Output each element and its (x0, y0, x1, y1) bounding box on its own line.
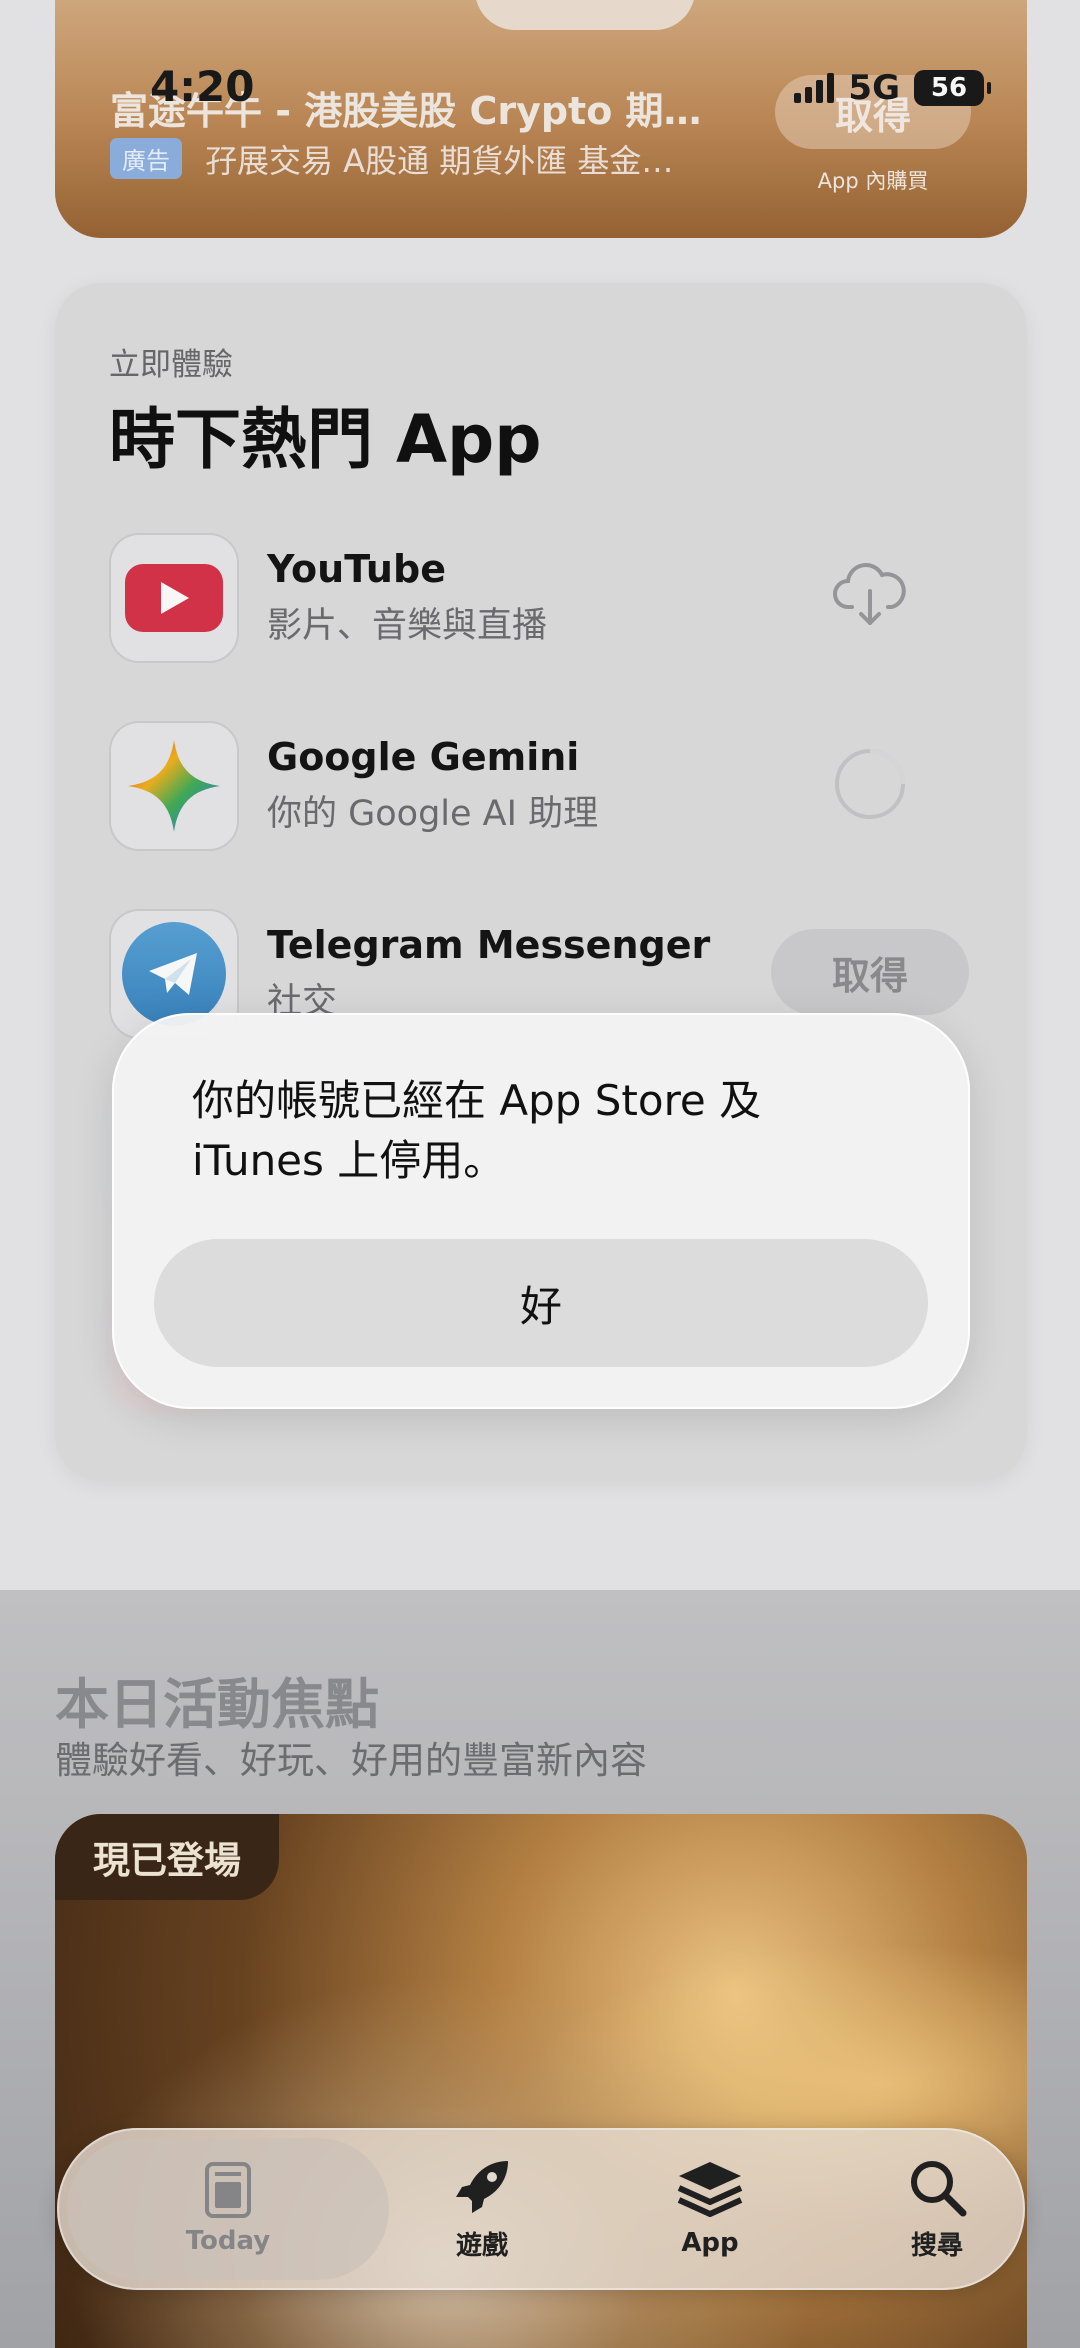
app-store-page: 富途牛牛 - 港股美股 Crypto 期… 廣告 孖展交易 A股通 期貨外匯 基… (0, 0, 1080, 2348)
alert-message: 你的帳號已經在 App Store 及 iTunes 上停用。 (192, 1076, 762, 1185)
ok-button[interactable]: 好 (154, 1239, 928, 1367)
account-disabled-alert: 你的帳號已經在 App Store 及 iTunes 上停用。 好 (112, 1013, 970, 1409)
